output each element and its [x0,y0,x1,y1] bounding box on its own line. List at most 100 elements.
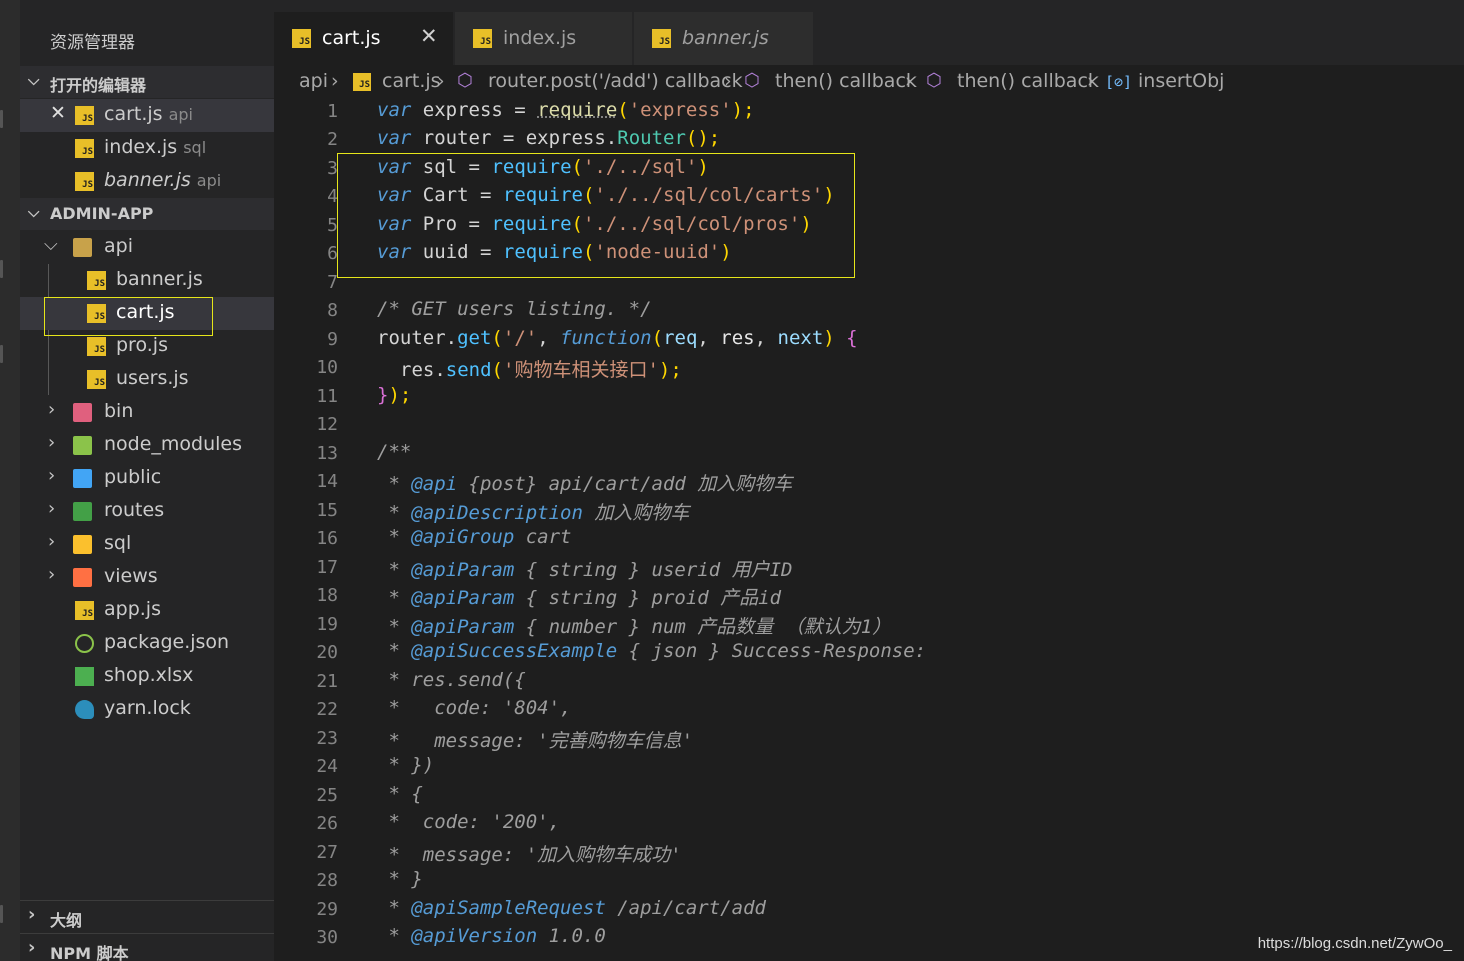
tab-bar: JS cart.js ✕ JS index.js JS banner.js [274,0,1464,65]
line-number: 21 [316,671,338,692]
folder-icon [73,436,92,455]
tab-banner-js[interactable]: JS banner.js [634,12,814,65]
line-number: 18 [316,585,338,606]
code-line: * code: '804', [377,697,572,719]
chevron-right-icon: › [724,70,732,92]
tree-folder-bin[interactable]: › bin [20,396,274,429]
code-line: router.get('/', function(req, res, next)… [377,327,858,349]
open-editor-hint: api [168,105,193,124]
line-number: 16 [316,528,338,549]
breadcrumb-item[interactable]: cart.js [382,70,441,92]
chevron-right-icon: › [1087,70,1095,92]
excel-icon [75,667,94,686]
tree-folder-public[interactable]: › public [20,462,274,495]
tree-folder-sql[interactable]: › sql [20,528,274,561]
tree-item-label: package.json [104,631,230,653]
open-editor-hint: sql [183,138,207,157]
folder-icon [73,502,92,521]
open-editors-label: 打开的编辑器 [50,76,147,95]
npm-scripts-section[interactable]: › NPM 脚本 [20,933,274,961]
line-number: 11 [316,386,338,407]
tree-file-yarn-lock[interactable]: yarn.lock [20,693,274,726]
line-number: 28 [316,870,338,891]
chevron-right-icon: › [48,564,56,585]
close-icon[interactable]: ✕ [50,102,66,124]
line-number: 25 [316,785,338,806]
variable-icon: [⊘] [1105,73,1133,91]
code-line: * message: '加入购物车成功' [377,844,682,866]
line-number: 6 [327,243,338,264]
tree-item-label: shop.xlsx [104,664,194,686]
code-line: * @apiParam { string } proid 产品id [377,587,782,609]
js-file-icon: JS [75,106,94,125]
method-cube-icon: ⬡ [926,70,942,91]
line-number: 15 [316,500,338,521]
code-line: * { [377,783,423,805]
activity-marker [0,110,3,128]
js-file-icon: JS [75,172,94,191]
tree-file-pro[interactable]: JS pro.js [20,330,274,363]
nodejs-icon [75,634,94,653]
activity-marker [0,905,3,923]
tree-folder-api[interactable]: ⌵ api [20,231,274,264]
open-editor-name: banner.js [104,169,191,191]
tab-label: index.js [503,27,577,49]
line-number: 1 [327,101,338,122]
outline-section[interactable]: › 大纲 [20,900,274,932]
open-editor-banner[interactable]: JS banner.js api [20,165,274,198]
tab-index-js[interactable]: JS index.js [455,12,633,65]
tree-folder-node-modules[interactable]: › node_modules [20,429,274,462]
folder-icon [73,535,92,554]
code-line: * @apiGroup cart [377,526,572,548]
tree-item-label: node_modules [104,433,243,455]
breadcrumb-item[interactable]: then() callback [775,70,917,92]
open-editor-index[interactable]: JS index.js sql [20,132,274,165]
line-number: 7 [327,272,338,293]
code-line: * @apiVersion 1.0.0 [377,925,606,947]
open-editors-section[interactable]: ⌵ 打开的编辑器 [20,66,274,98]
line-number: 9 [327,329,338,350]
breadcrumb-item[interactable]: then() callback [957,70,1099,92]
tree-file-shop-xlsx[interactable]: shop.xlsx [20,660,274,693]
explorer-title: 资源管理器 [50,33,135,53]
line-number: 29 [316,899,338,920]
line-number: 20 [316,642,338,663]
folder-icon [73,403,92,422]
code-editor[interactable]: 1 2 3 4 5 6 7 8 9 10 11 12 13 14 15 16 17 18 19 20 21 22 23 24 2… [274,99,1464,961]
line-number: 14 [316,471,338,492]
breadcrumb-item[interactable]: api [299,70,328,92]
tree-file-banner[interactable]: JS banner.js [20,264,274,297]
tree-folder-routes[interactable]: › routes [20,495,274,528]
tab-label: banner.js [682,27,769,49]
activity-marker [0,345,3,363]
tree-file-app[interactable]: JS app.js [20,594,274,627]
tree-item-label: app.js [104,598,161,620]
code-line: var router = express.Router(); [377,127,721,149]
tree-file-users[interactable]: JS users.js [20,363,274,396]
open-editor-name: index.js [104,136,178,158]
close-icon[interactable]: ✕ [420,24,438,48]
js-file-icon: JS [473,29,492,48]
chevron-right-icon: › [437,70,445,92]
code-line: * @apiDescription 加入购物车 [377,502,690,524]
tab-cart-js[interactable]: JS cart.js ✕ [274,12,454,65]
open-editor-cart[interactable]: ✕ JS cart.js api [20,99,274,132]
chevron-down-icon: ⌵ [28,71,40,89]
tree-item-label: users.js [116,367,189,389]
tree-file-package-json[interactable]: package.json [20,627,274,660]
chevron-right-icon: › [331,70,339,92]
line-number: 26 [316,813,338,834]
tree-item-label: public [104,466,162,488]
breadcrumb-item[interactable]: router.post('/add') callback [488,70,743,92]
line-number: 10 [316,357,338,378]
tree-item-label: yarn.lock [104,697,191,719]
line-number: 27 [316,842,338,863]
tree-folder-views[interactable]: › views [20,561,274,594]
watermark: https://blog.csdn.net/ZywOo_ [1257,935,1452,952]
code-line: * @api {post} api/cart/add 加入购物车 [377,473,793,495]
breadcrumb-item[interactable]: insertObj [1138,70,1224,92]
chevron-down-icon: ⌵ [28,203,40,221]
project-section[interactable]: ⌵ ADMIN-APP [20,198,274,230]
js-file-icon: JS [292,29,311,48]
breadcrumb: api › JS cart.js › ⬡ router.post('/add')… [274,65,1464,99]
